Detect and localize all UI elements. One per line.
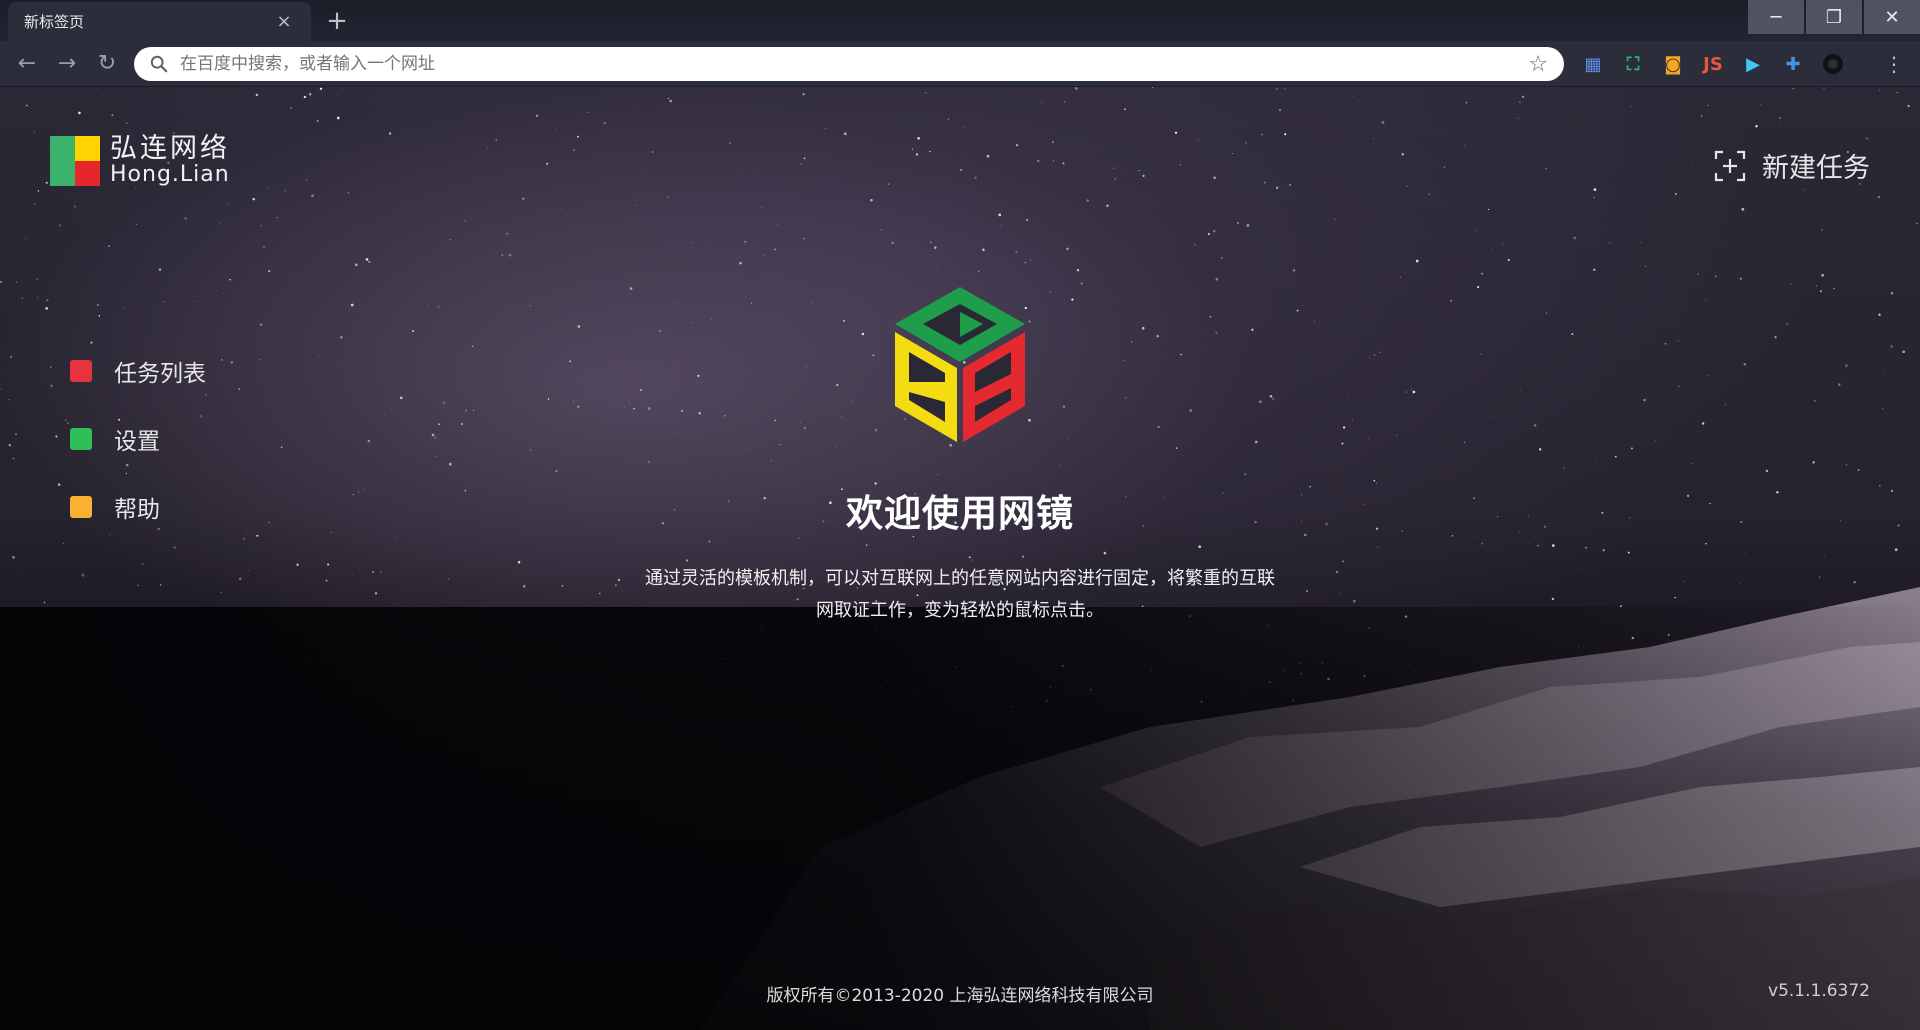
- search-icon: [150, 55, 168, 73]
- welcome-hero: 欢迎使用网镜 通过灵活的模板机制，可以对互联网上的任意网站内容进行固定，将繁重的…: [0, 282, 1920, 627]
- honglian-logo: 弘连网络 Hong.Lian: [50, 135, 230, 186]
- tab-new-tab[interactable]: 新标签页 ×: [8, 2, 311, 41]
- camera-glyph: ◙: [1664, 53, 1682, 75]
- window-controls: ─ ❐ ✕: [1746, 0, 1920, 34]
- new-tab-button[interactable]: +: [321, 6, 353, 38]
- video-glyph: ▶: [1746, 53, 1760, 75]
- new-task-label: 新建任务: [1762, 153, 1870, 184]
- tab-title: 新标签页: [24, 13, 85, 31]
- welcome-title: 欢迎使用网镜: [846, 492, 1074, 535]
- new-tab-page: 弘连网络 Hong.Lian 新建任务 任务列表 设置 帮助 欢迎使用网镜 通过…: [0, 87, 1920, 1030]
- reload-button[interactable]: ↻: [92, 49, 122, 79]
- camera-icon[interactable]: ◙: [1660, 51, 1686, 77]
- screen-capture-glyph: ⛶: [1626, 53, 1640, 75]
- add-frame-icon: [1714, 150, 1746, 181]
- welcome-description: 通过灵活的模板机制，可以对互联网上的任意网站内容进行固定，将繁重的互联 网取证工…: [630, 563, 1290, 627]
- address-bar[interactable]: ☆: [134, 47, 1564, 81]
- browser-toolbar: ← → ↻ ☆ ▦ ⛶ ◙ JS ▶ ✚ ⋮: [0, 41, 1920, 87]
- wangjing-cube-logo-icon: [895, 287, 1025, 442]
- browser-menu-icon[interactable]: ⋮: [1884, 51, 1904, 77]
- new-task-button[interactable]: 新建任务: [1714, 146, 1870, 185]
- puzzle-glyph: ✚: [1785, 53, 1801, 75]
- screen-capture-icon[interactable]: ⛶: [1620, 51, 1646, 77]
- record-icon[interactable]: [1820, 51, 1846, 77]
- restore-button[interactable]: ❐: [1806, 0, 1862, 34]
- back-button[interactable]: ←: [12, 49, 42, 79]
- close-tab-icon[interactable]: ×: [273, 11, 295, 32]
- puzzle-icon[interactable]: ✚: [1780, 51, 1806, 77]
- address-input[interactable]: [180, 54, 1529, 74]
- tab-strip: 新标签页 × + ─ ❐ ✕: [0, 0, 1920, 41]
- close-window-button[interactable]: ✕: [1864, 0, 1920, 34]
- apps-grid-glyph: ▦: [1584, 53, 1602, 75]
- logo-mark-icon: [50, 135, 100, 186]
- record-glyph: [1823, 54, 1843, 74]
- js-icon[interactable]: JS: [1700, 51, 1726, 77]
- logo-text-en: Hong.Lian: [110, 162, 230, 187]
- js-glyph: JS: [1703, 53, 1723, 75]
- description-line-1: 通过灵活的模板机制，可以对互联网上的任意网站内容进行固定，将繁重的互联: [645, 568, 1275, 589]
- forward-button[interactable]: →: [52, 49, 82, 79]
- copyright-text: 版权所有©2013-2020 上海弘连网络科技有限公司: [766, 986, 1154, 1006]
- video-icon[interactable]: ▶: [1740, 51, 1766, 77]
- apps-grid-icon[interactable]: ▦: [1580, 51, 1606, 77]
- description-line-2: 网取证工作，变为轻松的鼠标点击。: [816, 600, 1104, 621]
- logo-text-cn: 弘连网络: [110, 133, 230, 164]
- minimize-button[interactable]: ─: [1748, 0, 1804, 34]
- version-text: v5.1.1.6372: [1768, 981, 1870, 1001]
- bookmark-star-icon[interactable]: ☆: [1528, 52, 1548, 77]
